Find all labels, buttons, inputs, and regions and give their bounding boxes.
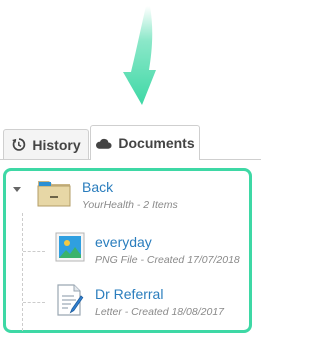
letter-file-icon (55, 284, 85, 321)
image-file-icon (55, 232, 85, 267)
history-icon (11, 137, 26, 152)
folder-icon (37, 177, 71, 212)
document-item[interactable]: everyday PNG File - Created 17/07/2018 (55, 232, 240, 267)
folder-meta: YourHealth - 2 Items (82, 199, 178, 211)
document-meta: Letter - Created 18/08/2017 (95, 306, 225, 318)
collapse-caret-icon[interactable] (13, 187, 21, 192)
tab-documents-label: Documents (118, 135, 195, 151)
tab-documents[interactable]: Documents (90, 125, 200, 160)
tab-bar: History Documents (0, 125, 261, 160)
document-name: everyday (95, 234, 152, 250)
tab-history-label: History (32, 136, 81, 153)
folder-name: Back (82, 179, 114, 195)
documents-panel: Back YourHealth - 2 Items everyday PNG F… (3, 168, 252, 333)
tab-history[interactable]: History (3, 129, 89, 159)
tree-branch-line (23, 251, 45, 253)
document-meta: PNG File - Created 17/07/2018 (95, 254, 240, 266)
tree-guide-line (22, 213, 24, 331)
pointer-arrow-icon (123, 6, 156, 105)
document-name: Dr Referral (95, 286, 164, 302)
tree-branch-line (23, 302, 45, 304)
document-item[interactable]: Dr Referral Letter - Created 18/08/2017 (55, 284, 224, 321)
folder-item-back[interactable]: Back YourHealth - 2 Items (37, 177, 178, 212)
cloud-icon (95, 137, 112, 150)
